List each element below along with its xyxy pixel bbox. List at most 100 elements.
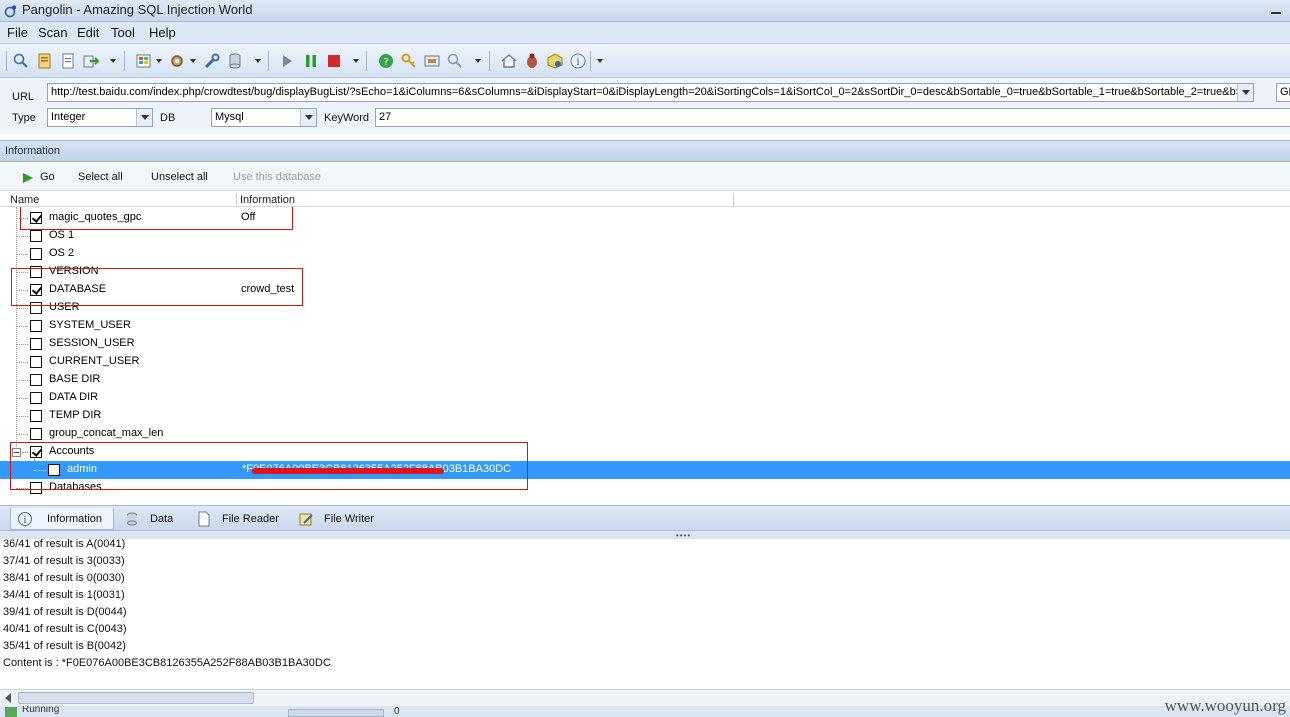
checkbox-group-concat-max-len[interactable] — [30, 428, 42, 440]
highlight-box-magic-quotes — [20, 207, 293, 230]
settings-gear-icon[interactable] — [169, 52, 187, 70]
toolbar-dropdown-arrow[interactable] — [110, 59, 116, 63]
status-count: 0 — [394, 706, 400, 717]
column-divider[interactable] — [733, 193, 734, 207]
checkbox-current-user[interactable] — [30, 356, 42, 368]
tree-row-temp-dir[interactable]: TEMP DIR — [0, 407, 1290, 425]
document-icon[interactable] — [59, 52, 77, 70]
checkbox-temp-dir[interactable] — [30, 410, 42, 422]
toolbar-dropdown-arrow[interactable] — [475, 59, 481, 63]
toolbar-dropdown-arrow[interactable] — [190, 59, 196, 63]
tree-row-group-concat-max-len[interactable]: group_concat_max_len — [0, 425, 1290, 443]
checkbox-base-dir[interactable] — [30, 374, 42, 386]
tree-branch-line — [16, 434, 28, 435]
log-horizontal-scrollbar[interactable] — [0, 689, 1290, 706]
column-header-name[interactable]: Name — [10, 194, 39, 206]
tab-file-reader-label: File Reader — [222, 513, 279, 525]
tab-data[interactable]: Data — [118, 508, 188, 530]
tree-branch-line — [16, 326, 28, 327]
tree-branch-line — [16, 308, 28, 309]
go-play-icon[interactable] — [22, 172, 34, 184]
wrench-icon[interactable] — [203, 52, 221, 70]
tab-information[interactable]: i Information — [10, 508, 114, 530]
use-this-database-button[interactable]: Use this database — [233, 171, 321, 183]
bug-icon[interactable] — [523, 52, 541, 70]
type-select[interactable]: Integer — [47, 108, 153, 127]
information-panel-header: Information — [0, 140, 1290, 162]
export-icon[interactable] — [82, 52, 100, 70]
keyword-input[interactable]: 27 — [375, 108, 1290, 127]
tab-file-reader[interactable]: File Reader — [190, 508, 290, 530]
minimize-icon[interactable] — [1264, 4, 1288, 18]
scroll-thumb[interactable] — [18, 692, 254, 704]
tree-row-os-2[interactable]: OS 2 — [0, 245, 1290, 263]
tree-row-session-user[interactable]: SESSION_USER — [0, 335, 1290, 353]
panel-splitter[interactable]: •••• — [0, 531, 1290, 540]
toolbar-dropdown-arrow[interactable] — [156, 59, 162, 63]
home-icon[interactable] — [500, 52, 518, 70]
highlight-box-database — [11, 268, 303, 306]
checkbox-os-2[interactable] — [30, 248, 42, 260]
magnifier-icon[interactable] — [446, 52, 464, 70]
log-line: 37/41 of result is 3(0033) — [3, 555, 125, 567]
open-file-icon[interactable] — [36, 52, 54, 70]
title-bar: Pangolin - Amazing SQL Injection World — [0, 0, 1290, 22]
status-running-icon — [5, 707, 17, 717]
db-select[interactable]: Mysql — [211, 108, 317, 127]
progress-bar — [288, 709, 384, 717]
menu-edit[interactable]: Edit — [77, 25, 99, 40]
type-select-value: Integer — [51, 111, 86, 123]
encoding-select-value: GB — [1280, 86, 1290, 98]
info-icon: i — [18, 512, 32, 526]
tree-row-system-user[interactable]: SYSTEM_USER — [0, 317, 1290, 335]
url-input[interactable]: http://test.baidu.com/index.php/crowdtes… — [47, 83, 1254, 102]
database-icon[interactable] — [226, 52, 244, 70]
tab-file-writer-label: File Writer — [324, 513, 374, 525]
menu-help[interactable]: Help — [149, 25, 176, 40]
search-icon[interactable] — [12, 52, 30, 70]
tree-row-current-user[interactable]: CURRENT_USER — [0, 353, 1290, 371]
menu-scan[interactable]: Scan — [38, 25, 68, 40]
tree-row-data-dir[interactable]: DATA DIR — [0, 389, 1290, 407]
log-line: 34/41 of result is 1(0031) — [3, 589, 125, 601]
keyword-label: KeyWord — [324, 112, 370, 124]
information-tree: magic_quotes_gpc Off OS 1 OS 2 VERSION D… — [0, 207, 1290, 505]
encoding-select[interactable]: GB — [1276, 83, 1290, 102]
menu-file[interactable]: File — [7, 25, 28, 40]
pause-icon[interactable] — [302, 52, 320, 70]
type-dropdown-arrow[interactable] — [136, 109, 152, 126]
toolbar-separator — [268, 51, 269, 71]
toolbar-dropdown-arrow[interactable] — [255, 59, 261, 63]
column-divider[interactable] — [236, 193, 237, 207]
help-icon[interactable]: ? — [377, 52, 395, 70]
package-icon[interactable] — [546, 52, 564, 70]
tree-branch-line — [16, 416, 28, 417]
menu-tool[interactable]: Tool — [111, 25, 135, 40]
checkbox-session-user[interactable] — [30, 338, 42, 350]
scroll-left-icon[interactable] — [4, 693, 12, 703]
toolbar-dropdown-arrow[interactable] — [353, 59, 359, 63]
column-header-information[interactable]: Information — [240, 194, 295, 206]
watermark-text: www.wooyun.org — [1164, 696, 1286, 715]
checkbox-system-user[interactable] — [30, 320, 42, 332]
database-icon — [127, 512, 137, 526]
svg-text:i: i — [24, 516, 27, 526]
toolbar-dropdown-arrow[interactable] — [597, 59, 603, 63]
unselect-all-button[interactable]: Unselect all — [151, 171, 208, 183]
select-all-button[interactable]: Select all — [78, 171, 123, 183]
tree-row-base-dir[interactable]: BASE DIR — [0, 371, 1290, 389]
tab-file-writer[interactable]: File Writer — [292, 508, 392, 530]
scanner-icon[interactable] — [423, 52, 441, 70]
item-name: group_concat_max_len — [49, 427, 164, 439]
windows-icon[interactable] — [135, 52, 153, 70]
stop-icon[interactable] — [325, 52, 343, 70]
key-icon[interactable] — [400, 52, 418, 70]
checkbox-data-dir[interactable] — [30, 392, 42, 404]
play-icon[interactable] — [278, 52, 296, 70]
info-icon[interactable]: i — [569, 52, 587, 70]
log-line: 40/41 of result is C(0043) — [3, 623, 127, 635]
checkbox-os-1[interactable] — [30, 230, 42, 242]
url-history-dropdown[interactable] — [1237, 84, 1253, 101]
go-button[interactable]: Go — [40, 171, 55, 183]
db-dropdown-arrow[interactable] — [300, 109, 316, 126]
